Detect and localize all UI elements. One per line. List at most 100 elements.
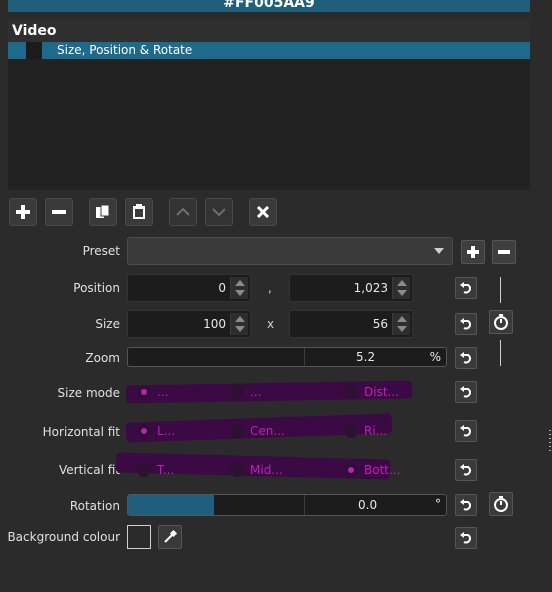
size-mode-option-label: Dist... bbox=[364, 385, 399, 399]
filter-list-item-label: Size, Position & Rotate bbox=[57, 43, 193, 57]
paste-icon bbox=[133, 204, 145, 219]
size-height-value: 56 bbox=[372, 317, 388, 331]
move-down-button[interactable] bbox=[205, 198, 233, 226]
radio-icon bbox=[344, 463, 358, 477]
zoom-slider[interactable]: 5.2 % bbox=[127, 347, 447, 367]
chevron-up-icon bbox=[176, 207, 190, 216]
stopwatch-icon bbox=[494, 314, 508, 330]
horizontal-fit-label: Horizontal fit bbox=[42, 425, 120, 439]
size-height-stepper[interactable] bbox=[392, 313, 410, 335]
radio-icon bbox=[137, 385, 151, 399]
filter-enable-checkbox[interactable] bbox=[26, 42, 42, 59]
reset-size-button[interactable] bbox=[455, 313, 477, 335]
undo-icon bbox=[460, 318, 471, 330]
reset-background-colour-button[interactable] bbox=[455, 527, 477, 549]
zoom-unit: % bbox=[429, 350, 441, 364]
zoom-value: 5.2 bbox=[356, 350, 376, 364]
minus-icon bbox=[52, 210, 66, 214]
size-mode-label: Size mode bbox=[57, 386, 120, 400]
preset-label: Preset bbox=[82, 244, 120, 258]
radio-icon bbox=[137, 463, 151, 477]
plus-icon bbox=[16, 205, 30, 219]
rotation-slider[interactable]: 0.0 ° bbox=[127, 494, 447, 516]
size-height-spinbox[interactable]: 56 bbox=[289, 310, 413, 338]
undo-icon bbox=[460, 532, 471, 544]
rotation-label: Rotation bbox=[69, 499, 120, 513]
background-colour-label: Background colour bbox=[7, 530, 120, 544]
position-y-stepper[interactable] bbox=[392, 277, 410, 299]
position-x-value: 0 bbox=[218, 281, 226, 295]
rotation-slider-fill bbox=[128, 495, 214, 515]
color-code-bar: #FF005AA9 bbox=[8, 0, 530, 12]
copy-filter-button[interactable] bbox=[89, 198, 117, 226]
reset-position-button[interactable] bbox=[455, 277, 477, 299]
close-icon bbox=[256, 205, 270, 219]
reset-horizontal-fit-button[interactable] bbox=[455, 420, 477, 442]
vertical-fit-option-label: Bott... bbox=[364, 463, 401, 477]
paste-filter-button[interactable] bbox=[125, 198, 153, 226]
plus-icon bbox=[467, 246, 479, 258]
keyframes-button[interactable] bbox=[489, 310, 513, 334]
position-x-stepper[interactable] bbox=[230, 277, 248, 299]
size-width-stepper[interactable] bbox=[230, 313, 248, 335]
rotation-keyframes-button[interactable] bbox=[489, 492, 513, 516]
filter-list[interactable]: Video Size, Position & Rotate bbox=[8, 20, 530, 190]
reset-rotation-button[interactable] bbox=[455, 494, 477, 516]
rotation-unit: ° bbox=[435, 497, 441, 511]
undo-icon bbox=[460, 386, 471, 398]
position-separator: , bbox=[268, 281, 272, 295]
filter-list-item[interactable]: Size, Position & Rotate bbox=[8, 42, 530, 59]
position-y-spinbox[interactable]: 1,023 bbox=[289, 274, 413, 302]
position-y-value: 1,023 bbox=[353, 281, 388, 295]
size-width-spinbox[interactable]: 100 bbox=[127, 310, 251, 338]
size-mode-option-label: ... bbox=[250, 385, 262, 399]
keyframe-divider bbox=[500, 340, 501, 366]
vertical-fit-option-label: T... bbox=[157, 463, 175, 477]
zoom-label: Zoom bbox=[85, 351, 120, 365]
resize-handle[interactable] bbox=[549, 430, 551, 452]
vertical-fit-label: Vertical fit bbox=[59, 463, 120, 477]
move-up-button[interactable] bbox=[169, 198, 197, 226]
vertical-fit-option-label: Mid... bbox=[250, 463, 283, 477]
size-width-value: 100 bbox=[203, 317, 226, 331]
radio-icon bbox=[230, 463, 244, 477]
add-preset-button[interactable] bbox=[461, 240, 485, 264]
undo-icon bbox=[460, 352, 471, 364]
undo-icon bbox=[460, 464, 471, 476]
chevron-down-icon bbox=[434, 248, 444, 254]
radio-icon bbox=[230, 385, 244, 399]
rotation-value: 0.0 bbox=[358, 498, 378, 512]
copy-icon bbox=[96, 204, 110, 218]
preset-combo[interactable] bbox=[127, 237, 453, 265]
color-code-text: #FF005AA9 bbox=[223, 0, 315, 11]
position-x-spinbox[interactable]: 0 bbox=[127, 274, 251, 302]
size-mode-option-label: ... bbox=[157, 385, 169, 399]
radio-icon bbox=[230, 424, 244, 438]
reset-zoom-button[interactable] bbox=[455, 347, 477, 369]
minus-icon bbox=[498, 250, 510, 254]
undo-icon bbox=[460, 425, 471, 437]
keyframe-divider bbox=[500, 277, 501, 303]
deselect-button[interactable] bbox=[249, 198, 277, 226]
undo-icon bbox=[460, 282, 471, 294]
position-label: Position bbox=[73, 281, 120, 295]
eyedropper-icon bbox=[164, 529, 178, 543]
size-separator: x bbox=[267, 317, 275, 331]
delete-preset-button[interactable] bbox=[492, 240, 516, 264]
stopwatch-icon bbox=[494, 496, 508, 512]
radio-icon bbox=[344, 385, 358, 399]
horizontal-fit-option-label: Ri... bbox=[364, 424, 388, 438]
undo-icon bbox=[460, 499, 471, 511]
radio-icon bbox=[344, 424, 358, 438]
background-colour-swatch[interactable] bbox=[127, 525, 151, 549]
chevron-down-icon bbox=[212, 208, 226, 217]
radio-icon bbox=[137, 424, 151, 438]
remove-filter-button[interactable] bbox=[45, 198, 73, 226]
reset-size-mode-button[interactable] bbox=[455, 381, 477, 403]
horizontal-fit-option-label: Cen... bbox=[250, 424, 285, 438]
reset-vertical-fit-button[interactable] bbox=[455, 459, 477, 481]
add-filter-button[interactable] bbox=[9, 198, 37, 226]
color-picker-button[interactable] bbox=[158, 525, 182, 549]
filter-list-header: Video bbox=[8, 20, 530, 42]
horizontal-fit-option-label: L... bbox=[157, 424, 176, 438]
